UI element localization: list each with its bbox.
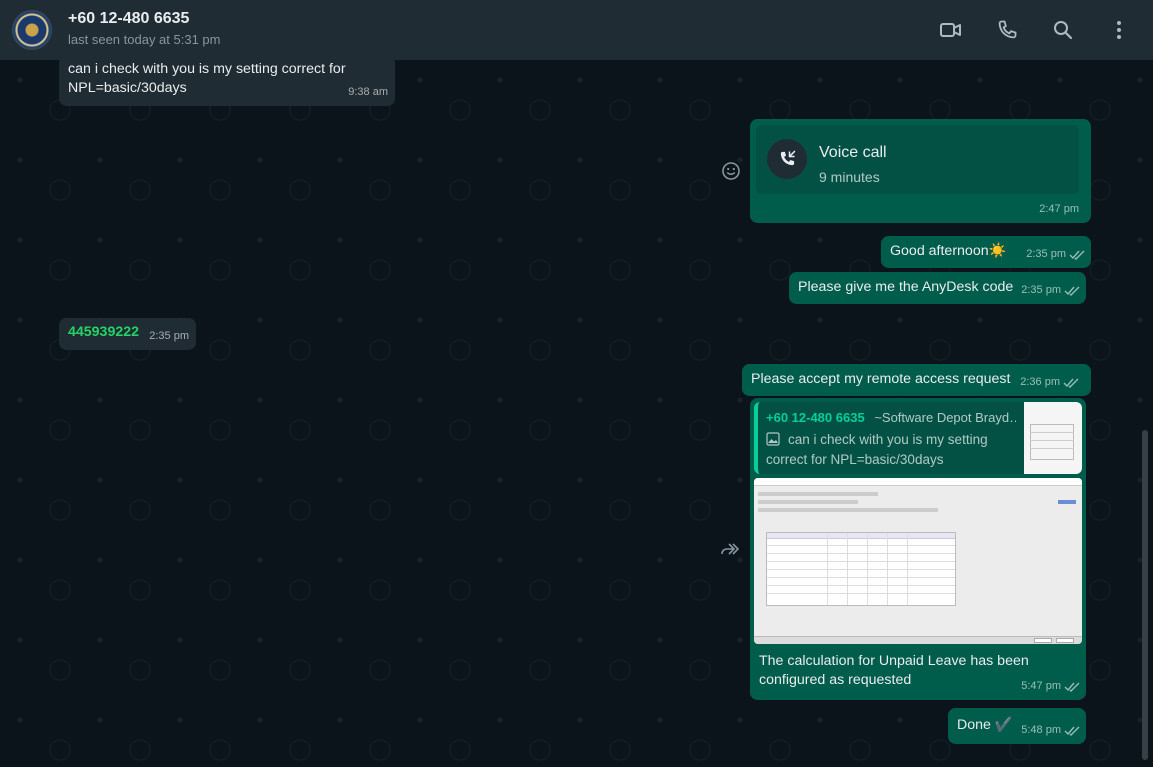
video-call-icon[interactable] xyxy=(939,14,963,46)
incoming-message[interactable]: can i check with you is my setting corre… xyxy=(59,60,395,106)
emoji-reaction-icon[interactable] xyxy=(718,158,744,184)
quoted-message[interactable]: +60 12-480 6635 ~Software Depot Brayd… c… xyxy=(754,402,1082,474)
read-receipt-icon xyxy=(1064,726,1080,736)
quote-group: ~Software Depot Brayd… xyxy=(874,410,1016,425)
message-time: 9:38 am xyxy=(348,86,388,98)
message-time: 2:35 pm xyxy=(1021,281,1080,300)
quote-author: +60 12-480 6635 xyxy=(766,410,865,425)
outgoing-message[interactable]: Please accept my remote access request 2… xyxy=(742,364,1091,396)
chat-header: +60 12-480 6635 last seen today at 5:31 … xyxy=(0,0,1153,60)
message-time: 2:35 pm xyxy=(149,330,189,342)
message-list[interactable]: can i check with you is my setting corre… xyxy=(0,60,1153,767)
screenshot-image[interactable] xyxy=(754,478,1082,644)
voice-call-message[interactable]: Voice call 9 minutes 2:47 pm xyxy=(750,119,1091,223)
outgoing-message[interactable]: Please give me the AnyDesk code 2:35 pm xyxy=(789,272,1086,304)
incoming-message[interactable]: 445939222 2:35 pm xyxy=(59,318,196,350)
call-icon xyxy=(767,139,807,179)
message-text: can i check with you is my setting corre… xyxy=(68,61,346,96)
read-receipt-icon xyxy=(1064,286,1080,296)
quote-thumbnail[interactable] xyxy=(1024,402,1082,474)
outgoing-message[interactable]: Done ✔️ 5:48 pm xyxy=(948,708,1086,744)
message-text: Please give me the AnyDesk code xyxy=(798,279,1014,295)
quote-text: can i check with you is my setting corre… xyxy=(766,432,988,467)
call-title: Voice call xyxy=(819,144,887,161)
message-time: 5:47 pm xyxy=(1021,677,1080,696)
voice-call-icon[interactable] xyxy=(995,14,1019,46)
scrollbar[interactable] xyxy=(1142,430,1148,760)
message-time: 2:47 pm xyxy=(1039,203,1079,215)
last-seen-status: last seen today at 5:31 pm xyxy=(68,32,221,47)
search-icon[interactable] xyxy=(1051,14,1075,46)
read-receipt-icon xyxy=(1063,378,1079,388)
message-time: 2:35 pm xyxy=(1026,245,1085,264)
forward-icon[interactable] xyxy=(718,536,744,562)
outgoing-image-message[interactable]: +60 12-480 6635 ~Software Depot Brayd… c… xyxy=(750,398,1086,700)
message-text: Good afternoon☀️ xyxy=(890,243,1007,259)
sun-emoji-icon: ☀️ xyxy=(988,243,1007,259)
call-duration: 9 minutes xyxy=(819,169,880,185)
header-actions xyxy=(939,14,1131,46)
message-text[interactable]: 445939222 xyxy=(68,323,139,342)
voice-call-card[interactable]: Voice call 9 minutes xyxy=(756,125,1079,194)
contact-avatar[interactable] xyxy=(12,10,52,50)
message-time: 2:36 pm xyxy=(1020,373,1079,392)
contact-name[interactable]: +60 12-480 6635 xyxy=(68,10,189,28)
menu-dots-icon[interactable] xyxy=(1107,14,1131,46)
read-receipt-icon xyxy=(1064,682,1080,692)
read-receipt-icon xyxy=(1069,250,1085,260)
message-time: 5:48 pm xyxy=(1021,721,1080,740)
check-emoji-icon: ✔️ xyxy=(994,717,1013,733)
message-caption: The calculation for Unpaid Leave has bee… xyxy=(759,653,1029,688)
message-text: Please accept my remote access request xyxy=(751,371,1011,387)
outgoing-message[interactable]: Good afternoon☀️ 2:35 pm xyxy=(881,236,1091,268)
message-text: Done ✔️ xyxy=(957,717,1013,733)
